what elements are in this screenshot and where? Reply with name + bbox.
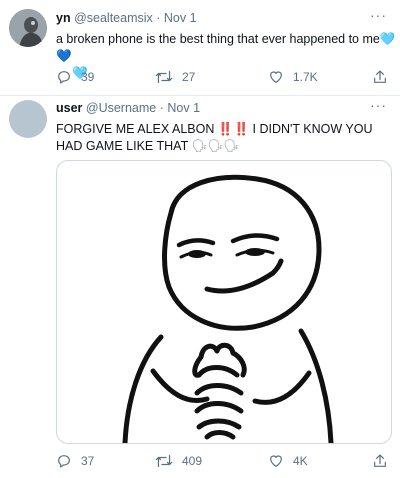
like-button[interactable]: 1.7K bbox=[268, 69, 318, 85]
share-icon bbox=[374, 70, 386, 83]
tweet-text-content: a broken phone is the best thing that ev… bbox=[56, 32, 380, 46]
blue-heart-emoji: 💙 bbox=[56, 49, 72, 63]
light-blue-heart-emoji: 🩵 bbox=[379, 32, 396, 46]
tweet-1[interactable]: yn @sealteamsix · Nov 1 ··· a broken pho… bbox=[0, 0, 400, 95]
reply-button[interactable]: 39 bbox=[56, 69, 94, 85]
reply-button[interactable]: 37 bbox=[56, 453, 94, 469]
timestamp[interactable]: Nov 1 bbox=[164, 11, 197, 25]
tweet-text: FORGIVE ME ALEX ALBON ‼️‼️ I DIDN'T KNOW… bbox=[56, 121, 396, 155]
action-bar: 37 409 4K bbox=[56, 453, 386, 473]
action-bar: 39 27 1.7K bbox=[56, 69, 386, 89]
separator: · bbox=[156, 11, 161, 25]
retweet-icon bbox=[155, 454, 173, 468]
share-button[interactable] bbox=[372, 69, 388, 85]
separator: · bbox=[159, 101, 164, 115]
reply-icon bbox=[58, 71, 70, 84]
like-count: 4K bbox=[293, 454, 308, 468]
tweet-media-image[interactable] bbox=[56, 160, 392, 444]
like-count: 1.7K bbox=[293, 70, 318, 84]
retweet-button[interactable]: 409 bbox=[155, 453, 202, 469]
like-icon bbox=[270, 455, 282, 467]
tweet-header: user @Username · Nov 1 bbox=[56, 101, 200, 115]
retweet-icon bbox=[155, 70, 173, 84]
timestamp[interactable]: Nov 1 bbox=[167, 101, 200, 115]
speaking-head-emoji: 🗣🗣🗣 bbox=[191, 139, 240, 153]
reply-count: 39 bbox=[81, 70, 95, 84]
handle[interactable]: @Username bbox=[86, 101, 156, 115]
avatar-image bbox=[9, 9, 47, 47]
display-name[interactable]: user bbox=[56, 101, 82, 115]
tweet-text-part1: FORGIVE ME ALEX ALBON bbox=[56, 122, 215, 136]
like-icon bbox=[270, 71, 282, 83]
retweet-button[interactable]: 27 bbox=[155, 69, 195, 85]
avatar-user[interactable] bbox=[9, 100, 47, 138]
tweet-header: yn @sealteamsix · Nov 1 bbox=[56, 11, 197, 25]
reply-count: 37 bbox=[81, 454, 95, 468]
smug-meme-drawing bbox=[122, 174, 334, 443]
display-name[interactable]: yn bbox=[56, 11, 71, 25]
reply-icon bbox=[58, 455, 70, 468]
more-icon[interactable]: ··· bbox=[370, 7, 387, 23]
retweet-count: 27 bbox=[182, 70, 196, 84]
avatar-yn[interactable] bbox=[9, 9, 47, 47]
handle[interactable]: @sealteamsix bbox=[74, 11, 153, 25]
share-icon bbox=[374, 454, 386, 467]
more-icon[interactable]: ··· bbox=[370, 97, 387, 113]
double-exclamation-emoji: ‼️‼️ bbox=[217, 122, 250, 136]
retweet-count: 409 bbox=[182, 454, 203, 468]
like-button[interactable]: 4K bbox=[268, 453, 308, 469]
share-button[interactable] bbox=[372, 453, 388, 469]
